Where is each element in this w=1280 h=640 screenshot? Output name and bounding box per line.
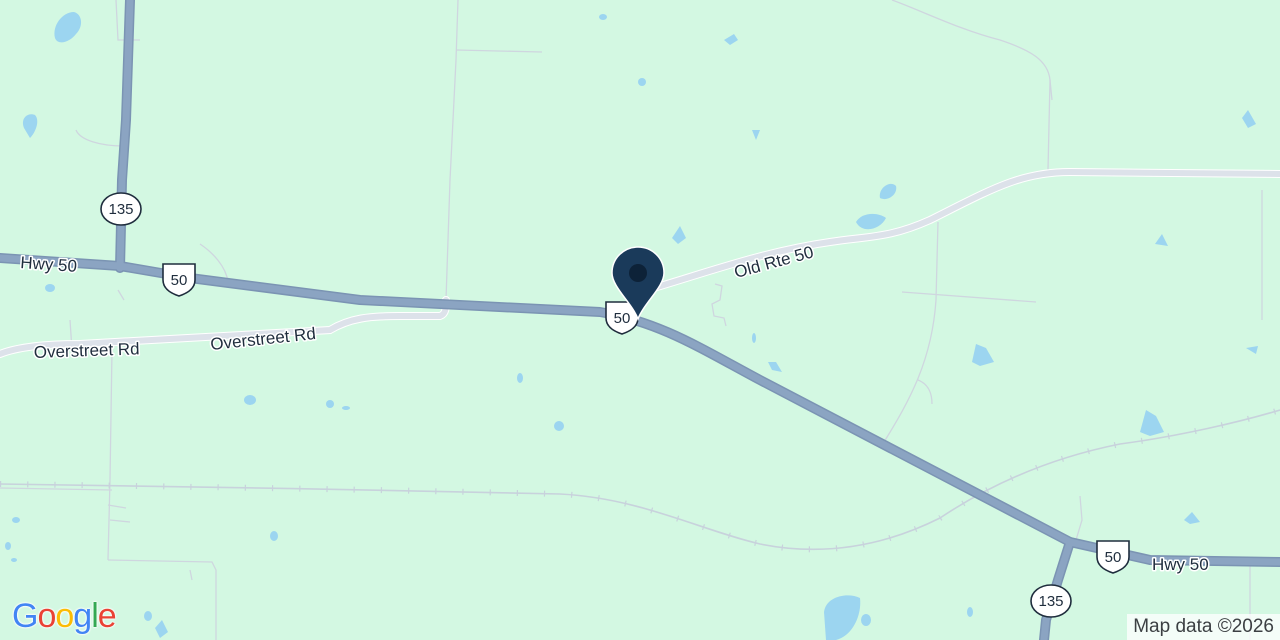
map-layer: Hwy 50 Hwy 50 Old Rte 50 Overstreet Rd O… (0, 0, 1280, 640)
svg-text:50: 50 (171, 272, 188, 289)
svg-text:50: 50 (614, 310, 631, 327)
map-attribution[interactable]: Map data ©2026 (1127, 614, 1280, 640)
logo-letter-o1: o (37, 597, 56, 635)
hwy-50-west-label: Hwy 50 (20, 253, 78, 276)
hwy-50-east-label: Hwy 50 (1152, 555, 1209, 574)
logo-letter-g2: g (73, 597, 92, 635)
svg-text:50: 50 (1105, 549, 1122, 566)
map-canvas[interactable]: Hwy 50 Hwy 50 Old Rte 50 Overstreet Rd O… (0, 0, 1280, 640)
logo-letter-g: G (12, 597, 38, 635)
svg-text:135: 135 (1038, 593, 1063, 610)
route-135-shield-south: 135 (1030, 584, 1072, 618)
google-logo: Google (12, 596, 117, 636)
overstreet-rd-west-label: Overstreet Rd (33, 339, 139, 362)
svg-text:135: 135 (108, 201, 133, 218)
route-135-shield-north: 135 (100, 192, 142, 226)
logo-letter-o2: o (55, 597, 74, 635)
logo-letter-e: e (97, 597, 117, 635)
